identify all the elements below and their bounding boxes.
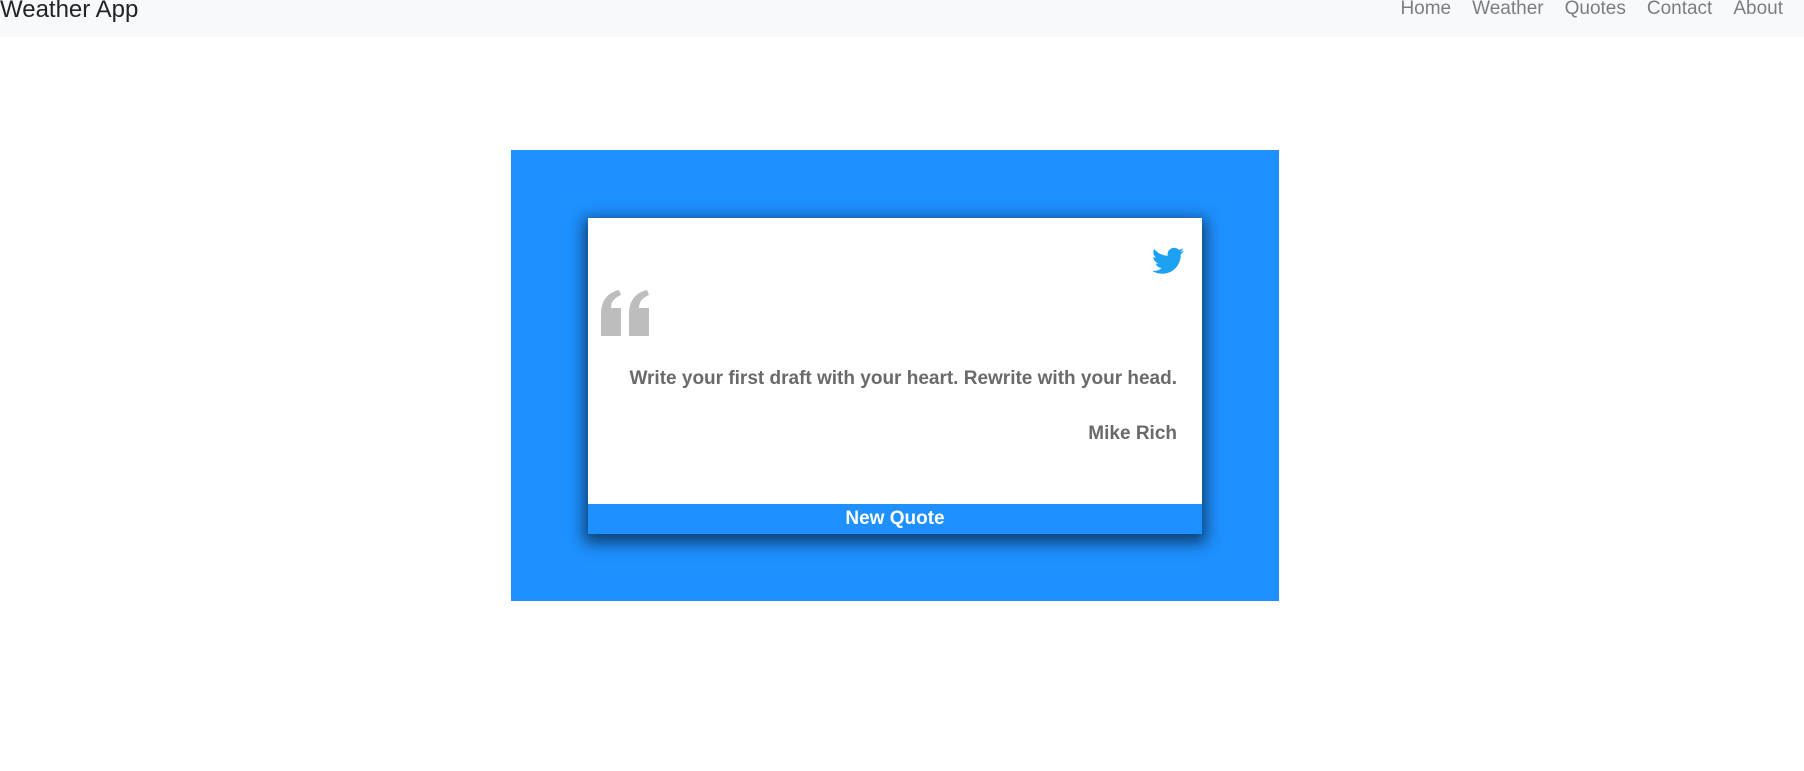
nav-link-contact[interactable]: Contact	[1647, 0, 1712, 19]
nav-item-home: Home	[1400, 0, 1451, 20]
nav-link-home[interactable]: Home	[1400, 0, 1451, 19]
navbar-brand[interactable]: Weather App	[0, 0, 138, 23]
nav-item-quotes: Quotes	[1565, 0, 1626, 20]
quote-author: Mike Rich	[1088, 423, 1177, 444]
navbar: Weather App Home Weather Quotes Contact …	[0, 0, 1804, 37]
nav-item-about: About	[1733, 0, 1783, 20]
quote-left-icon	[601, 290, 649, 336]
twitter-icon[interactable]	[1152, 247, 1184, 275]
nav-item-contact: Contact	[1647, 0, 1712, 20]
quote-card: Write your first draft with your heart. …	[588, 218, 1202, 534]
nav-item-weather: Weather	[1472, 0, 1543, 20]
nav-link-weather[interactable]: Weather	[1472, 0, 1543, 19]
quote-section: Write your first draft with your heart. …	[511, 150, 1279, 601]
nav-link-about[interactable]: About	[1733, 0, 1783, 19]
quote-text: Write your first draft with your heart. …	[629, 368, 1177, 389]
nav-link-quotes[interactable]: Quotes	[1565, 0, 1626, 19]
nav-links: Home Weather Quotes Contact About	[1400, 0, 1783, 20]
new-quote-button[interactable]: New Quote	[588, 504, 1202, 534]
